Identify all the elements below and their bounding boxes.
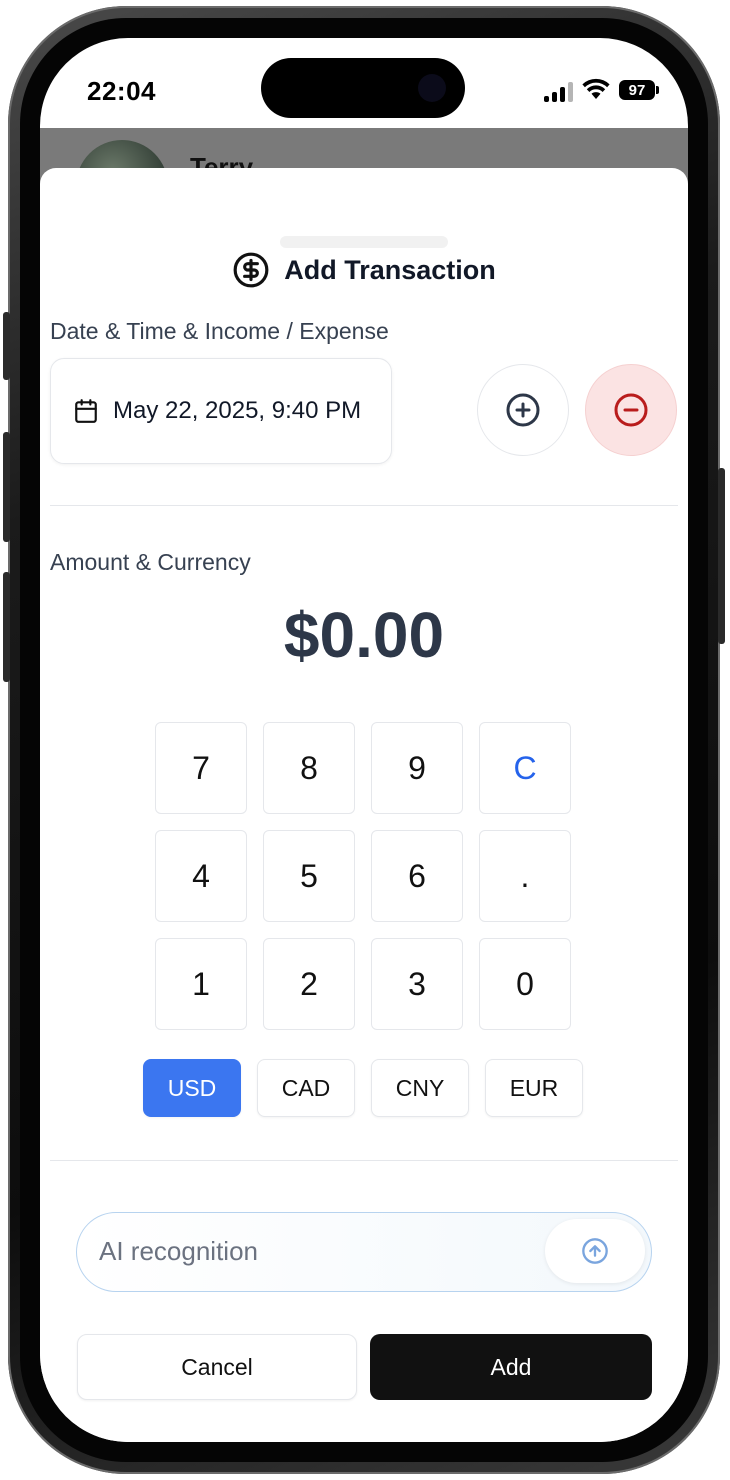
currency-usd[interactable]: USD — [143, 1059, 241, 1117]
ai-recognition-input[interactable]: AI recognition — [76, 1212, 652, 1292]
wifi-icon — [582, 78, 610, 105]
status-time: 22:04 — [87, 76, 156, 106]
keypad-key-3[interactable]: 3 — [371, 938, 463, 1030]
keypad-key-1[interactable]: 1 — [155, 938, 247, 1030]
sheet-title: Add Transaction — [284, 254, 496, 285]
amount-section-label: Amount & Currency — [50, 549, 251, 575]
currency-cad[interactable]: CAD — [257, 1059, 355, 1117]
keypad-key-2[interactable]: 2 — [263, 938, 355, 1030]
action-button — [3, 312, 10, 380]
front-camera — [418, 74, 446, 102]
keypad-key-9[interactable]: 9 — [371, 722, 463, 814]
screen: 22:04 97 Terry Add Transaction Date & Ti… — [40, 38, 688, 1442]
minus-circle-icon — [613, 392, 649, 428]
add-button[interactable]: Add — [370, 1334, 652, 1400]
battery-indicator: 97 — [619, 80, 655, 100]
keypad-key-6[interactable]: 6 — [371, 830, 463, 922]
keypad-key-decimal[interactable]: . — [479, 830, 571, 922]
add-transaction-sheet: Add Transaction Date & Time & Income / E… — [40, 168, 688, 1442]
keypad-key-7[interactable]: 7 — [155, 722, 247, 814]
keypad-key-5[interactable]: 5 — [263, 830, 355, 922]
calendar-icon — [73, 398, 99, 424]
keypad-key-0[interactable]: 0 — [479, 938, 571, 1030]
keypad-key-8[interactable]: 8 — [263, 722, 355, 814]
power-button — [718, 468, 725, 644]
ai-submit-button[interactable] — [545, 1219, 645, 1283]
date-time-picker[interactable]: May 22, 2025, 9:40 PM — [50, 358, 392, 464]
plus-circle-icon — [505, 392, 541, 428]
arrow-up-circle-icon — [581, 1237, 609, 1265]
signal-icon — [544, 82, 574, 102]
section-divider — [50, 505, 678, 506]
keypad-key-clear[interactable]: C — [479, 722, 571, 814]
amount-display: $0.00 — [283, 599, 445, 671]
income-button[interactable] — [477, 364, 569, 456]
expense-button[interactable] — [585, 364, 677, 456]
date-time-value: May 22, 2025, 9:40 PM — [113, 397, 362, 424]
section-divider — [50, 1160, 678, 1161]
keypad-key-4[interactable]: 4 — [155, 830, 247, 922]
cancel-button[interactable]: Cancel — [77, 1334, 357, 1400]
volume-down-button — [3, 572, 10, 682]
dollar-circle-icon — [232, 251, 270, 289]
sheet-header: Add Transaction — [40, 250, 688, 290]
sheet-grabber[interactable] — [280, 236, 448, 248]
currency-cny[interactable]: CNY — [371, 1059, 469, 1117]
volume-up-button — [3, 432, 10, 542]
currency-eur[interactable]: EUR — [485, 1059, 583, 1117]
battery-tip — [656, 86, 659, 94]
date-section-label: Date & Time & Income / Expense — [50, 318, 389, 344]
ai-recognition-placeholder: AI recognition — [99, 1236, 258, 1266]
